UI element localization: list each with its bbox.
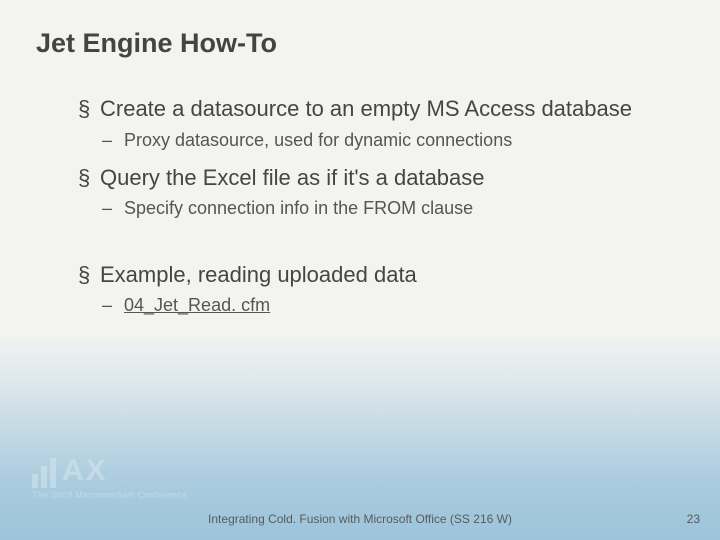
footer-text: Integrating Cold. Fusion with Microsoft … <box>0 512 720 526</box>
logo-max: AX <box>32 454 187 488</box>
bullet-level-1: Create a datasource to an empty MS Acces… <box>78 95 684 123</box>
logo-subtitle: The 2003 Macromedia® Conference <box>32 490 187 500</box>
bullet-level-1: Query the Excel file as if it's a databa… <box>78 164 684 192</box>
slide-content: Create a datasource to an empty MS Acces… <box>36 95 684 318</box>
logo-text: AX <box>62 454 108 488</box>
bullet-link[interactable]: 04_Jet_Read. cfm <box>102 294 684 317</box>
slide: Jet Engine How-To Create a datasource to… <box>0 0 720 540</box>
bullet-level-2: Specify connection info in the FROM clau… <box>102 197 684 220</box>
slide-title: Jet Engine How-To <box>36 28 684 59</box>
page-number: 23 <box>687 512 700 526</box>
spacer <box>78 233 684 261</box>
logo-m-icon <box>32 458 56 488</box>
bullet-level-1: Example, reading uploaded data <box>78 261 684 289</box>
logo: AX The 2003 Macromedia® Conference <box>32 454 187 500</box>
bullet-level-2: Proxy datasource, used for dynamic conne… <box>102 129 684 152</box>
